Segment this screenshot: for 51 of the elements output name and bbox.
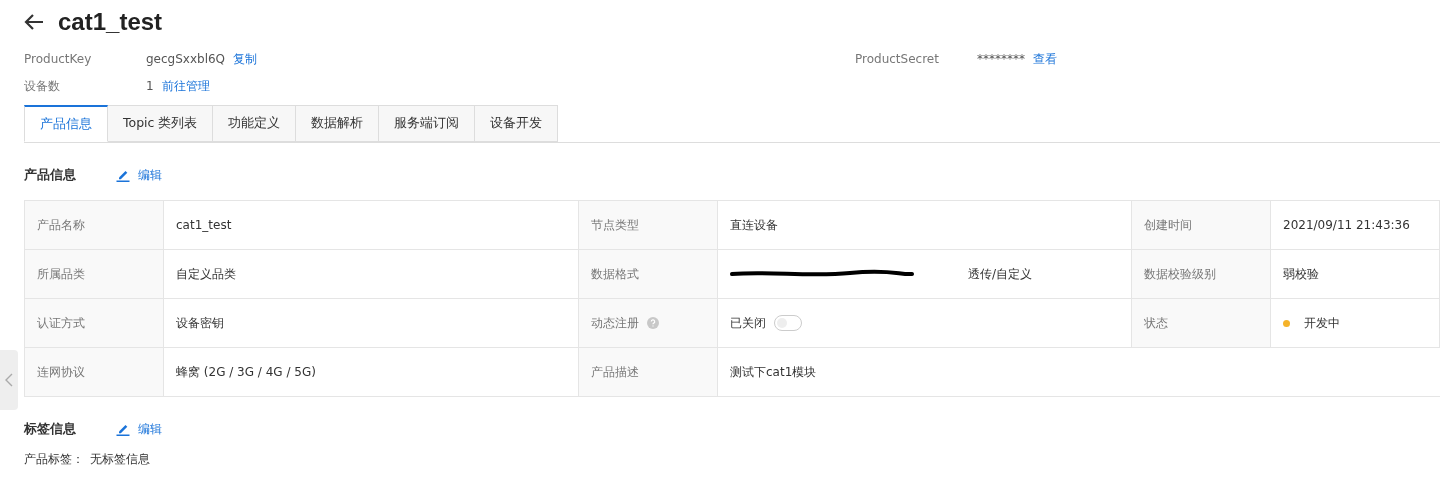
action-link[interactable]: 复制 (233, 50, 258, 68)
value-cell: 自定义品类 (164, 250, 579, 299)
pencil-icon (116, 168, 130, 182)
back-button[interactable] (24, 14, 44, 30)
label-cell: 节点类型 (579, 201, 718, 250)
field-value: 1 (146, 79, 154, 93)
label-cell: 产品描述 (579, 348, 718, 397)
tab[interactable]: Topic 类列表 (108, 105, 214, 142)
tab[interactable]: 设备开发 (475, 105, 559, 142)
tab[interactable]: 服务端订阅 (379, 105, 476, 142)
tab[interactable]: 产品信息 (24, 105, 108, 142)
value-cell: 弱校验 (1271, 250, 1440, 299)
tab[interactable]: 数据解析 (296, 105, 380, 142)
label-cell: 连网协议 (25, 348, 164, 397)
toggle-switch[interactable] (774, 315, 802, 331)
label-cell: 创建时间 (1132, 201, 1271, 250)
value-cell: 透传/自定义 (718, 250, 1132, 299)
label-cell: 状态 (1132, 299, 1271, 348)
chevron-left-icon (5, 373, 13, 387)
field-value: ******** (977, 52, 1025, 66)
value-cell: 测试下cat1模块 (718, 348, 1440, 397)
field-value: gecgSxxbl6Q (146, 52, 226, 66)
tag-label: 产品标签： (24, 451, 84, 468)
collapse-handle[interactable] (0, 350, 18, 410)
action-link[interactable]: 前往管理 (161, 77, 210, 95)
back-arrow-icon (24, 14, 44, 30)
value-cell: 蜂窝 (2G / 3G / 4G / 5G) (164, 348, 579, 397)
value-cell: 直连设备 (718, 201, 1132, 250)
edit-link[interactable]: 编辑 (116, 420, 162, 438)
tag-value: 无标签信息 (90, 451, 150, 468)
value-cell: 开发中 (1271, 299, 1440, 348)
action-link[interactable]: 查看 (1033, 50, 1057, 68)
label-cell: 数据校验级别 (1132, 250, 1271, 299)
label-cell: 认证方式 (25, 299, 164, 348)
field-label: 设备数 (24, 77, 61, 95)
section-title: 标签信息 (24, 420, 76, 438)
field-label: ProductKey (24, 52, 93, 66)
section-title: 产品信息 (24, 166, 76, 184)
label-cell: 产品名称 (25, 201, 164, 250)
tab[interactable]: 功能定义 (213, 105, 297, 142)
page-title: cat1_test (58, 8, 163, 36)
label-cell: 动态注册 (579, 299, 718, 348)
value-cell: 2021/09/11 21:43:36 (1271, 201, 1440, 250)
field-label: ProductSecret (855, 52, 940, 66)
value-cell: cat1_test (164, 201, 579, 250)
label-cell: 所属品类 (25, 250, 164, 299)
label-cell: 数据格式 (579, 250, 718, 299)
pencil-icon (116, 422, 130, 436)
value-cell: 已关闭 (718, 299, 1132, 348)
value-cell: 设备密钥 (164, 299, 579, 348)
edit-link[interactable]: 编辑 (116, 166, 162, 184)
